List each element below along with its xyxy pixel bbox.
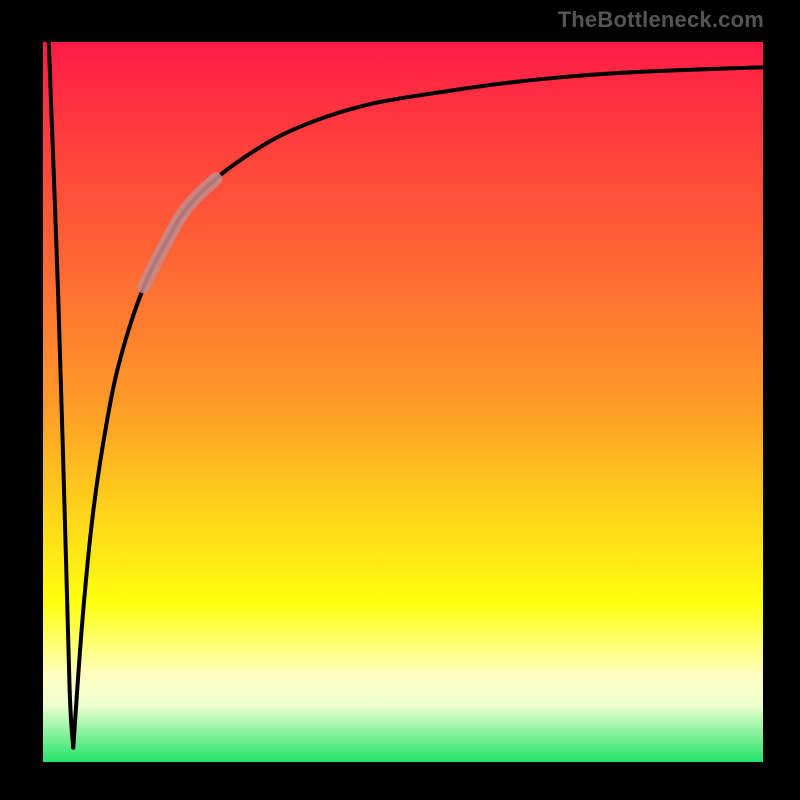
curve-highlight-segment	[144, 179, 216, 287]
plot-area	[43, 42, 763, 762]
curve-main	[73, 67, 763, 747]
watermark-text: TheBottleneck.com	[558, 7, 764, 33]
curve-layer	[43, 42, 763, 762]
chart-frame: TheBottleneck.com	[0, 0, 800, 800]
curve-left-drop	[49, 42, 73, 748]
